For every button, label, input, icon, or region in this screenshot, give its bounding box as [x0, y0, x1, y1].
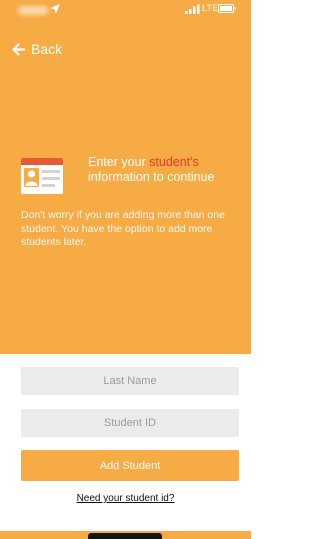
home-indicator [88, 533, 162, 539]
location-arrow-icon [50, 4, 60, 14]
network-type: LTE [202, 3, 219, 13]
status-bar: LTE [0, 0, 251, 34]
back-label: Back [31, 41, 63, 57]
instruction-headline: Enter your student's information to cont… [88, 155, 215, 184]
last-name-input[interactable] [21, 367, 239, 395]
student-id-help-link[interactable]: Need your student id? [0, 493, 251, 504]
back-button[interactable]: Back [12, 40, 62, 58]
highlighted-word: student's [149, 155, 199, 169]
instruction-body: Don't worry if you are adding more than … [21, 209, 225, 248]
arrow-left-icon [12, 42, 25, 56]
add-student-button[interactable]: Add Student [21, 450, 239, 481]
carrier-label-blurred [18, 6, 48, 15]
battery-icon [218, 4, 236, 13]
id-card-icon [21, 158, 63, 194]
signal-bars-icon [185, 4, 200, 14]
student-id-input[interactable] [21, 409, 239, 437]
